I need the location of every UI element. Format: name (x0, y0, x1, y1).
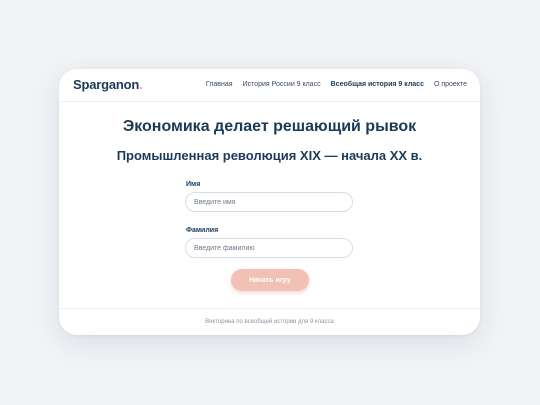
logo-text: Sparganon (73, 77, 140, 92)
logo[interactable]: Sparganon. (73, 77, 143, 92)
start-game-button[interactable]: Начать игру (231, 269, 309, 291)
nav-link-about[interactable]: О проекте (434, 81, 467, 88)
main-card: Sparganon. Главная История России 9 клас… (59, 69, 480, 335)
surname-input[interactable] (185, 238, 353, 258)
page-subtitle: Промышленная революция XIX — начала XX в… (116, 148, 423, 163)
name-label: Имя (186, 181, 201, 188)
nav-link-home[interactable]: Главная (206, 81, 233, 88)
nav-link-world-history[interactable]: Всеобщая история 9 класс (331, 81, 424, 88)
site-footer: Викторина по всеобщей истории для 9 клас… (59, 308, 480, 335)
name-input[interactable] (185, 192, 353, 212)
main-nav: Главная История России 9 класс Всеобщая … (206, 81, 467, 88)
page-title: Экономика делает решающий рывок (122, 118, 417, 135)
surname-label: Фамилия (186, 227, 219, 234)
site-header: Sparganon. Главная История России 9 клас… (59, 69, 480, 102)
logo-dot: . (139, 77, 143, 92)
nav-link-russian-history[interactable]: История России 9 класс (243, 81, 321, 88)
footer-text: Викторина по всеобщей истории для 9 клас… (205, 319, 334, 325)
